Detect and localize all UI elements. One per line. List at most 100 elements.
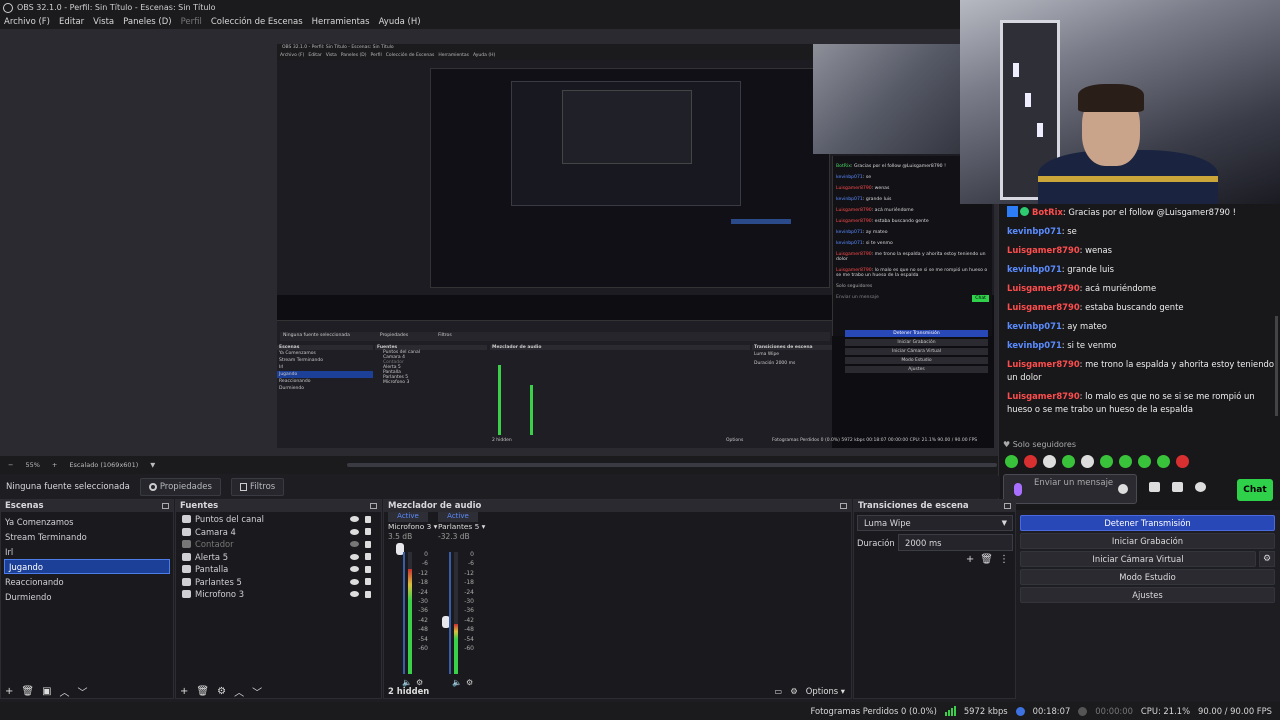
move-down-icon[interactable]: ﹀: [252, 684, 262, 699]
source-item[interactable]: Microfono 3: [176, 588, 381, 601]
eye-icon[interactable]: [350, 553, 359, 560]
mic-icon[interactable]: [1014, 483, 1022, 496]
scene-item[interactable]: Stream Terminando: [1, 529, 173, 544]
lock-icon[interactable]: [365, 528, 371, 536]
preview-scrollbar[interactable]: [347, 463, 997, 467]
settings-gear-icon[interactable]: [1195, 482, 1206, 492]
chat-username[interactable]: kevinbp071: [1007, 226, 1062, 236]
volume-fader[interactable]: [403, 552, 405, 674]
move-up-icon[interactable]: ︿: [234, 684, 244, 699]
chat-username[interactable]: kevinbp071: [1007, 321, 1062, 331]
chat-username[interactable]: BotRix: [1032, 207, 1063, 217]
duration-input[interactable]: 2000 ms: [898, 534, 1013, 551]
source-item[interactable]: Puntos del canal: [176, 513, 381, 526]
hidden-count[interactable]: 2 hidden: [388, 686, 429, 696]
eye-icon[interactable]: [350, 566, 359, 573]
menu-ayuda[interactable]: Ayuda (H): [379, 17, 421, 27]
eye-hidden-icon[interactable]: [350, 541, 359, 548]
scene-item[interactable]: Durmiendo: [1, 589, 173, 604]
chat-username[interactable]: Luisgamer8790: [1007, 391, 1080, 401]
float-dock-icon[interactable]: [840, 503, 847, 509]
stop-stream-button[interactable]: Detener Transmisión: [1020, 515, 1275, 531]
menu-vista[interactable]: Vista: [93, 17, 114, 27]
move-up-icon[interactable]: ︿: [60, 684, 70, 699]
settings-button[interactable]: Ajustes: [1020, 587, 1275, 603]
float-dock-icon[interactable]: [162, 503, 169, 509]
options-button[interactable]: Options ▾: [806, 686, 845, 696]
chat-username[interactable]: kevinbp071: [1007, 264, 1062, 274]
chat-username[interactable]: Luisgamer8790: [1007, 359, 1080, 369]
channel-name[interactable]: Microfono 3 ▾: [388, 522, 437, 532]
properties-button[interactable]: Propiedades: [139, 478, 221, 496]
preview-area[interactable]: OBS 32.1.0 - Perfil: Sin Título - Escena…: [0, 29, 1000, 456]
menu-editar[interactable]: Editar: [59, 17, 84, 27]
emoji-icon[interactable]: [1118, 484, 1128, 494]
emote-icon[interactable]: [1081, 455, 1094, 468]
filters-button[interactable]: Filtros: [230, 478, 285, 496]
emote-icon[interactable]: [1062, 455, 1075, 468]
source-settings-icon[interactable]: ⚙: [217, 686, 226, 697]
emote-icon[interactable]: [1157, 455, 1170, 468]
lock-icon[interactable]: [365, 565, 371, 573]
menu-perfil[interactable]: Perfil: [181, 17, 202, 27]
source-item[interactable]: Camara 4: [176, 526, 381, 539]
lock-icon[interactable]: [365, 590, 371, 598]
chat-username[interactable]: Luisgamer8790: [1007, 302, 1080, 312]
zoom-out-button[interactable]: −: [8, 461, 13, 469]
lock-icon[interactable]: [365, 553, 371, 561]
scene-item[interactable]: Irl: [1, 544, 173, 559]
points-icon[interactable]: [1149, 482, 1160, 492]
add-scene-button[interactable]: +: [5, 686, 13, 697]
source-item[interactable]: Pantalla: [176, 563, 381, 576]
preview-canvas[interactable]: OBS 32.1.0 - Perfil: Sin Título - Escena…: [277, 44, 994, 448]
chat-username[interactable]: Luisgamer8790: [1007, 283, 1080, 293]
zoom-in-button[interactable]: +: [52, 461, 57, 469]
emote-icon[interactable]: [1100, 455, 1113, 468]
source-item[interactable]: Parlantes 5: [176, 576, 381, 589]
menu-coleccion[interactable]: Colección de Escenas: [211, 17, 303, 27]
filters-icon[interactable]: ▣: [42, 686, 51, 697]
eye-icon[interactable]: [350, 528, 359, 535]
chat-send-button[interactable]: Chat: [1237, 479, 1273, 501]
add-source-button[interactable]: +: [180, 686, 188, 697]
scale-dropdown-icon[interactable]: ▼: [150, 461, 155, 469]
chat-input[interactable]: Enviar un mensaje: [1003, 474, 1137, 504]
menu-paneles[interactable]: Paneles (D): [123, 17, 171, 27]
start-recording-button[interactable]: Iniciar Grabación: [1020, 533, 1275, 549]
scene-item[interactable]: Reaccionando: [1, 574, 173, 589]
lock-icon[interactable]: [365, 515, 371, 523]
transition-select[interactable]: Luma Wipe ▼: [857, 515, 1013, 531]
mixer-link-icon[interactable]: ⚙: [790, 686, 798, 696]
mixer-layout-icon[interactable]: ▭: [774, 686, 782, 696]
emote-icon[interactable]: [1043, 455, 1056, 468]
move-down-icon[interactable]: ﹀: [78, 684, 88, 699]
chat-username[interactable]: Luisgamer8790: [1007, 245, 1080, 255]
remove-source-button[interactable]: 🗑: [196, 686, 209, 697]
scene-item-selected[interactable]: Jugando: [4, 559, 170, 574]
studio-mode-button[interactable]: Modo Estudio: [1020, 569, 1275, 585]
lock-icon[interactable]: [365, 540, 371, 548]
emote-icon[interactable]: [1138, 455, 1151, 468]
lock-icon[interactable]: [365, 578, 371, 586]
source-item[interactable]: Alerta 5: [176, 551, 381, 564]
source-item[interactable]: Contador: [176, 538, 381, 551]
eye-icon[interactable]: [350, 516, 359, 523]
menu-archivo[interactable]: Archivo (F): [4, 17, 50, 27]
virtual-cam-button[interactable]: Iniciar Cámara Virtual: [1020, 551, 1256, 567]
scene-item[interactable]: Ya Comenzamos: [1, 514, 173, 529]
add-transition-button[interactable]: +: [966, 554, 974, 565]
emote-icon[interactable]: [1005, 455, 1018, 468]
emote-icon[interactable]: [1176, 455, 1189, 468]
volume-fader[interactable]: [449, 552, 451, 674]
remove-scene-button[interactable]: 🗑: [21, 686, 34, 697]
chat-scrollbar[interactable]: [1275, 316, 1278, 416]
chat-username[interactable]: kevinbp071: [1007, 340, 1062, 350]
channel-name[interactable]: Parlantes 5 ▾: [438, 522, 485, 532]
store-icon[interactable]: [1172, 482, 1183, 492]
virtual-cam-settings-icon[interactable]: ⚙: [1259, 551, 1275, 567]
eye-icon[interactable]: [350, 591, 359, 598]
remove-transition-button[interactable]: 🗑: [980, 554, 993, 565]
menu-herramientas[interactable]: Herramientas: [312, 17, 370, 27]
float-dock-icon[interactable]: [1004, 503, 1011, 509]
eye-icon[interactable]: [350, 578, 359, 585]
